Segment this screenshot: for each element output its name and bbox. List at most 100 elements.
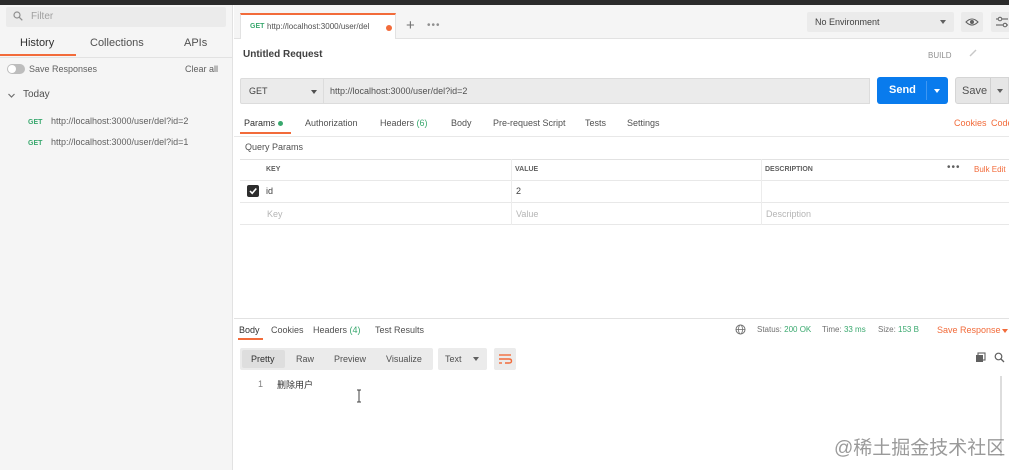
unsaved-dot-icon bbox=[386, 25, 392, 31]
sidebar bbox=[0, 5, 233, 470]
url-value: http://localhost:3000/user/del?id=2 bbox=[330, 86, 468, 96]
view-mode-raw[interactable]: Raw bbox=[296, 354, 314, 364]
table-border bbox=[240, 202, 1009, 203]
format-select[interactable]: Text bbox=[438, 348, 487, 370]
tab-history[interactable]: History bbox=[20, 37, 54, 49]
caret-down-icon bbox=[473, 357, 479, 361]
status-value: 200 OK bbox=[784, 325, 812, 334]
copy-icon[interactable] bbox=[975, 352, 986, 363]
line-number: 1 bbox=[258, 379, 264, 389]
history-item-url: http://localhost:3000/user/del?id=1 bbox=[51, 137, 189, 147]
new-tab-plus-icon[interactable]: + bbox=[406, 18, 415, 33]
sliders-icon bbox=[996, 16, 1008, 28]
param-value[interactable]: 2 bbox=[516, 186, 521, 196]
view-mode-preview[interactable]: Preview bbox=[334, 354, 366, 364]
params-active-dot-icon bbox=[278, 121, 283, 126]
sidebar-divider bbox=[0, 57, 232, 58]
environment-select[interactable]: No Environment bbox=[807, 12, 954, 32]
tab-authorization[interactable]: Authorization bbox=[305, 118, 358, 128]
filter-input[interactable]: Filter bbox=[6, 7, 226, 27]
response-tab-cookies[interactable]: Cookies bbox=[271, 325, 304, 335]
save-response-button[interactable]: Save Response bbox=[937, 325, 1001, 335]
tab-body[interactable]: Body bbox=[451, 118, 472, 128]
response-body-text[interactable]: 删除用户 bbox=[277, 378, 313, 391]
tab-headers-count: (6) bbox=[416, 118, 428, 128]
wrap-lines-button[interactable] bbox=[494, 348, 516, 370]
column-header-key: KEY bbox=[266, 166, 281, 173]
clear-all-button[interactable]: Clear all bbox=[185, 64, 218, 74]
save-caret-down-icon[interactable] bbox=[997, 89, 1003, 93]
send-caret-down-icon[interactable] bbox=[934, 89, 940, 93]
history-item-method: GET bbox=[28, 119, 43, 126]
wrap-lines-icon bbox=[499, 354, 513, 364]
request-tabs-divider bbox=[234, 136, 1009, 137]
response-size[interactable]: Size: 153 B bbox=[878, 325, 919, 334]
url-input[interactable]: http://localhost:3000/user/del?id=2 bbox=[323, 78, 870, 104]
manage-environments-button[interactable] bbox=[991, 12, 1009, 32]
history-item[interactable]: GET http://localhost:3000/user/del?id=1 bbox=[28, 137, 188, 147]
save-responses-toggle[interactable] bbox=[7, 64, 25, 74]
new-key-input[interactable]: Key bbox=[267, 209, 283, 219]
column-divider bbox=[511, 159, 512, 225]
table-border bbox=[240, 180, 1009, 181]
more-tabs-icon[interactable]: ••• bbox=[427, 20, 441, 31]
new-description-input[interactable]: Description bbox=[766, 209, 811, 219]
param-key[interactable]: id bbox=[266, 186, 273, 196]
request-title[interactable]: Untitled Request bbox=[243, 49, 322, 60]
params-tab-indicator bbox=[240, 132, 291, 134]
response-tab-body[interactable]: Body bbox=[239, 325, 260, 335]
search-icon bbox=[13, 11, 23, 21]
history-item-method: GET bbox=[28, 140, 43, 147]
bulk-edit-link[interactable]: Bulk Edit bbox=[974, 165, 1006, 174]
column-divider bbox=[761, 159, 762, 225]
tab-collections[interactable]: Collections bbox=[90, 37, 144, 49]
save-responses-label: Save Responses bbox=[29, 64, 98, 74]
globe-icon[interactable] bbox=[735, 324, 746, 335]
request-tab-active[interactable]: GET http://localhost:3000/user/del bbox=[240, 13, 396, 39]
caret-down-icon bbox=[940, 20, 946, 24]
method-select[interactable]: GET bbox=[240, 78, 324, 104]
save-button[interactable]: Save bbox=[955, 77, 1009, 104]
build-label[interactable]: BUILD bbox=[928, 51, 952, 60]
tab-prerequest-script[interactable]: Pre-request Script bbox=[493, 118, 566, 128]
caret-down-icon bbox=[311, 90, 317, 94]
tab-headers[interactable]: Headers (6) bbox=[380, 118, 428, 128]
response-status[interactable]: Status: 200 OK bbox=[757, 325, 811, 334]
tab-params[interactable]: Params bbox=[244, 118, 275, 128]
search-icon[interactable] bbox=[994, 352, 1005, 363]
history-item[interactable]: GET http://localhost:3000/user/del?id=2 bbox=[28, 116, 188, 126]
size-label: Size: bbox=[878, 325, 896, 334]
history-group-today[interactable]: Today bbox=[23, 89, 50, 100]
status-label: Status: bbox=[757, 325, 782, 334]
table-border bbox=[240, 159, 1009, 160]
cookies-link[interactable]: Cookies bbox=[954, 118, 987, 128]
response-time[interactable]: Time: 33 ms bbox=[822, 325, 866, 334]
send-button[interactable]: Send bbox=[877, 77, 948, 104]
view-mode-visualize[interactable]: Visualize bbox=[386, 354, 422, 364]
format-value: Text bbox=[445, 354, 462, 364]
view-mode-pretty[interactable]: Pretty bbox=[251, 354, 275, 364]
tab-method: GET bbox=[250, 23, 265, 30]
environment-quick-look-button[interactable] bbox=[961, 12, 983, 32]
query-params-title: Query Params bbox=[245, 142, 304, 152]
chevron-down-icon[interactable] bbox=[7, 91, 16, 100]
tab-tests[interactable]: Tests bbox=[585, 118, 606, 128]
time-value: 33 ms bbox=[843, 325, 866, 334]
code-link[interactable]: Code bbox=[991, 118, 1009, 128]
table-options-icon[interactable]: ••• bbox=[947, 162, 961, 173]
tab-title: http://localhost:3000/user/del bbox=[267, 22, 370, 31]
column-header-description: DESCRIPTION bbox=[765, 166, 813, 173]
tab-headers-label: Headers bbox=[380, 118, 415, 128]
new-value-input[interactable]: Value bbox=[516, 209, 538, 219]
response-tab-test-results[interactable]: Test Results bbox=[375, 325, 424, 335]
tab-settings[interactable]: Settings bbox=[627, 118, 660, 128]
row-enabled-checkbox[interactable] bbox=[247, 185, 259, 197]
tab-apis[interactable]: APIs bbox=[184, 37, 207, 49]
method-value: GET bbox=[249, 86, 268, 96]
edit-pencil-icon[interactable] bbox=[968, 48, 978, 58]
filter-placeholder: Filter bbox=[31, 11, 54, 22]
save-response-caret-icon[interactable] bbox=[1002, 329, 1008, 333]
column-header-value: VALUE bbox=[515, 166, 539, 173]
response-divider[interactable] bbox=[234, 318, 1009, 319]
response-tab-headers[interactable]: Headers (4) bbox=[313, 325, 361, 335]
